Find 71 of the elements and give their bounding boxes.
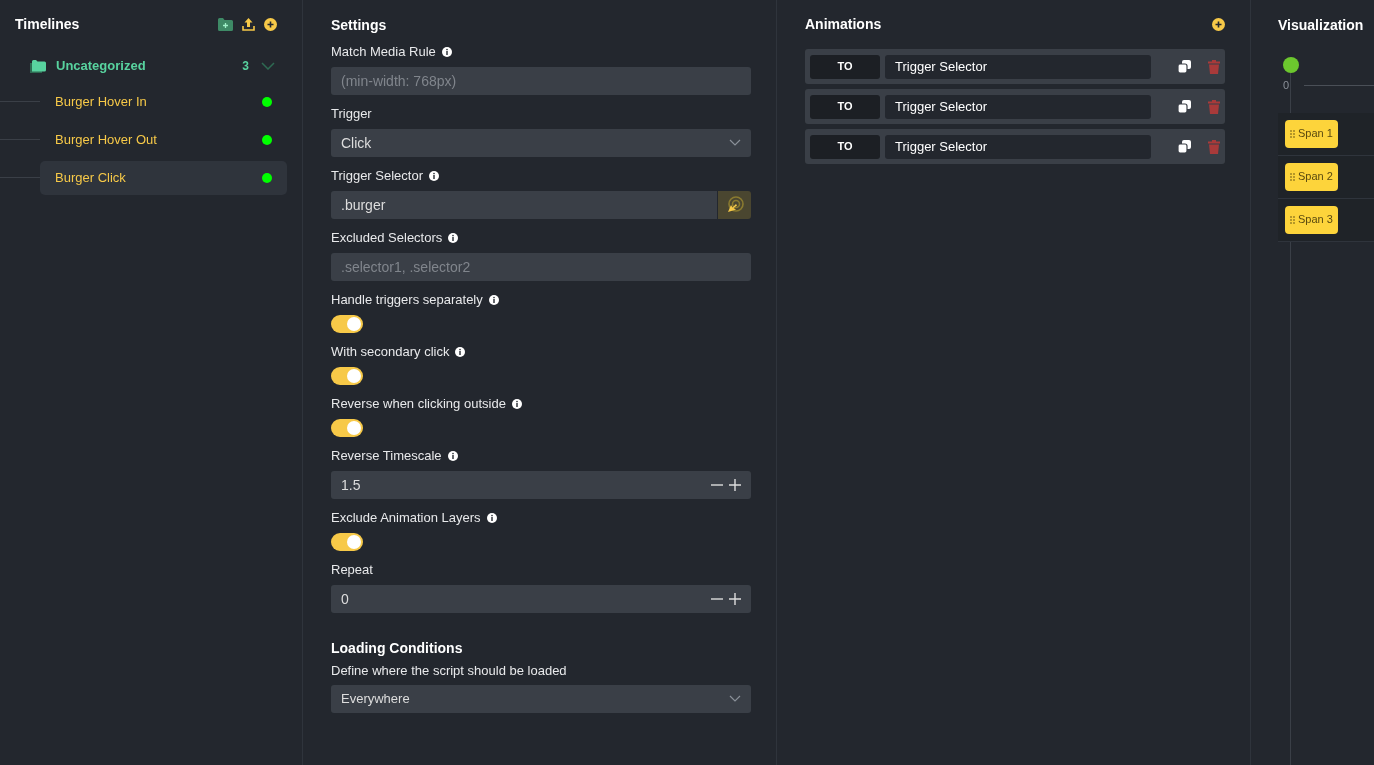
trigger-dropdown[interactable]: Click (331, 129, 751, 157)
timeline-item[interactable]: Burger Hover In (40, 85, 287, 119)
tween-type-button[interactable]: TO (810, 54, 880, 79)
info-icon[interactable] (447, 451, 458, 461)
start-marker (1283, 57, 1299, 73)
panel-title: Settings (331, 16, 388, 33)
target-cursor-icon (725, 196, 744, 214)
field-label: Repeat (331, 562, 373, 578)
pick-element-button[interactable] (717, 191, 751, 219)
tween-type-button[interactable]: TO (810, 134, 880, 159)
field-label: Match Media Rule (331, 44, 436, 60)
selector-field[interactable]: Trigger Selector (885, 94, 1151, 119)
field-label: Reverse when clicking outside (331, 396, 506, 412)
info-icon[interactable] (511, 399, 522, 409)
plus-icon[interactable] (729, 479, 741, 491)
chevron-down-icon (729, 695, 741, 703)
field-label: Exclude Animation Layers (331, 510, 481, 526)
folder-icon (30, 59, 46, 73)
number-field[interactable]: 1.5 (331, 471, 751, 499)
input-field[interactable]: .selector1, .selector2 (331, 253, 751, 281)
span-bar[interactable]: Span 1 (1285, 119, 1338, 148)
input-field[interactable]: .burger (331, 191, 717, 219)
panel-title: Animations (805, 14, 882, 34)
drag-handle-icon[interactable] (1290, 215, 1295, 224)
info-icon[interactable] (429, 171, 439, 181)
animation-row[interactable]: TO Trigger Selector (805, 129, 1225, 164)
add-icon[interactable] (1212, 17, 1225, 31)
toggle-switch[interactable] (331, 533, 363, 551)
chevron-down-icon (729, 139, 741, 147)
item-count: 3 (242, 58, 249, 75)
animation-row[interactable]: TO Trigger Selector (805, 49, 1225, 84)
upload-icon[interactable] (242, 17, 255, 31)
span-bar[interactable]: Span 3 (1285, 205, 1338, 234)
tween-type-button[interactable]: TO (810, 94, 880, 119)
selector-field[interactable]: Trigger Selector (885, 54, 1151, 79)
field-label: Handle triggers separately (331, 292, 483, 308)
panel-title: Timelines (15, 14, 80, 34)
info-icon[interactable] (488, 295, 499, 305)
add-folder-icon[interactable] (218, 17, 233, 31)
field-label: Define where the script should be loaded (331, 663, 568, 679)
info-icon[interactable] (441, 47, 452, 57)
number-field[interactable]: 0 (331, 585, 751, 613)
field-label: Trigger Selector (331, 168, 423, 184)
copy-icon[interactable] (1178, 100, 1191, 113)
animation-row[interactable]: TO Trigger Selector (805, 89, 1225, 124)
span-bar[interactable]: Span 2 (1285, 162, 1338, 191)
timeline-item[interactable]: Burger Click (40, 161, 287, 195)
field-label: Trigger (331, 106, 372, 122)
copy-icon[interactable] (1178, 60, 1191, 73)
copy-icon[interactable] (1178, 140, 1191, 153)
field-label: Excluded Selectors (331, 230, 443, 246)
info-icon[interactable] (486, 513, 497, 523)
toggle-switch[interactable] (331, 315, 363, 333)
info-icon[interactable] (448, 233, 459, 243)
tick-label: 0 (1283, 78, 1290, 93)
panel-title: Visualization (1277, 16, 1365, 33)
loading-dropdown[interactable]: Everywhere (331, 685, 751, 713)
drag-handle-icon[interactable] (1290, 129, 1295, 138)
section-title: Loading Conditions (331, 639, 464, 657)
info-icon[interactable] (455, 347, 466, 357)
selector-field[interactable]: Trigger Selector (885, 134, 1151, 159)
add-icon[interactable] (264, 17, 277, 31)
toggle-switch[interactable] (331, 367, 363, 385)
field-label: With secondary click (331, 344, 450, 360)
plus-icon[interactable] (729, 593, 741, 605)
timeline-item[interactable]: Burger Hover Out (40, 123, 287, 157)
field-label: Reverse Timescale (331, 448, 442, 464)
drag-handle-icon[interactable] (1290, 172, 1295, 181)
input-field[interactable]: (min-width: 768px) (331, 67, 751, 95)
category-row[interactable]: Uncategorized 3 (30, 56, 287, 76)
toggle-switch[interactable] (331, 419, 363, 437)
